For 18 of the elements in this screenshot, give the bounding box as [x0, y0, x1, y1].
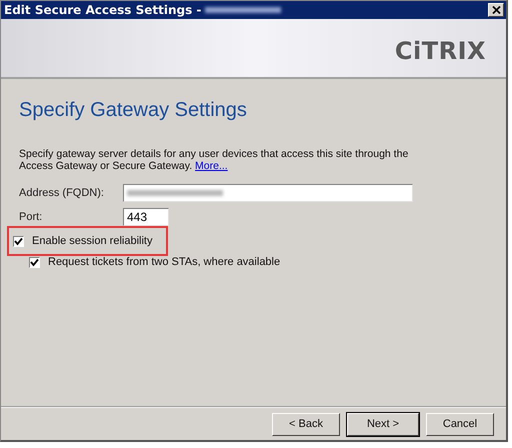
close-button[interactable]: [488, 3, 504, 17]
close-icon: [492, 6, 500, 14]
more-link[interactable]: More...: [195, 160, 228, 172]
checkbox[interactable]: Request tickets from two STAs, where available: [29, 256, 280, 268]
dialog-button[interactable]: Next >: [347, 412, 419, 436]
input-field[interactable]: 443: [123, 208, 169, 226]
dialog-button[interactable]: < Back: [272, 412, 340, 436]
input-field[interactable]: [123, 184, 413, 202]
logo: CiTRIX: [394, 37, 486, 65]
check-icon: [14, 236, 23, 246]
description-text: Specify gateway server details for any user devices that access this site through the Access Gateway or Secure Gateway. More...: [19, 148, 410, 172]
field-label: Address (FQDN):: [19, 187, 105, 199]
field-label: Port:: [19, 211, 44, 223]
page-heading: Specify Gateway Settings: [19, 99, 248, 122]
window-title: Edit Secure Access Settings -: [4, 3, 202, 17]
checkbox[interactable]: Enable session reliability: [13, 235, 152, 247]
check-icon: [30, 258, 39, 266]
dialog-button[interactable]: Cancel: [426, 412, 494, 436]
